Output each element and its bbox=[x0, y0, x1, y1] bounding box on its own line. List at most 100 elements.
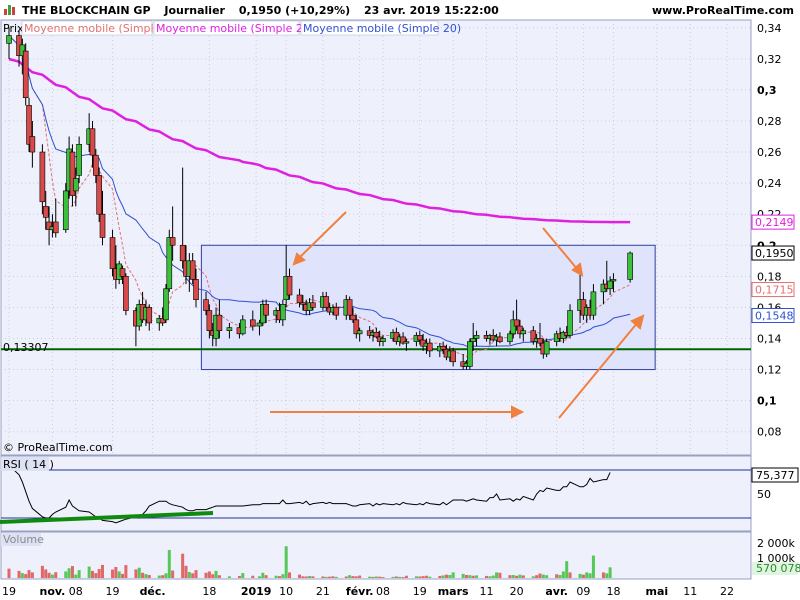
volume-bar-down bbox=[181, 553, 185, 578]
chart-canvas[interactable]: Prix Moyenne mobile (Simple 7)Moyenne mo… bbox=[0, 0, 800, 600]
volume-bar-down bbox=[515, 575, 519, 578]
candle-up bbox=[627, 252, 633, 280]
volume-bar-down bbox=[418, 576, 422, 578]
date-tick-label: nov. bbox=[39, 585, 65, 598]
volume-bar-down bbox=[90, 570, 94, 578]
candle-up bbox=[467, 341, 473, 367]
volume-bar-up bbox=[50, 574, 54, 578]
value-tag-text: 0,1950 bbox=[755, 247, 794, 260]
date-tick-label: 19 bbox=[106, 585, 120, 598]
volume-bar-down bbox=[161, 575, 165, 578]
candle-up bbox=[76, 143, 82, 176]
candle-down bbox=[249, 319, 256, 327]
date-tick-label: 20 bbox=[510, 585, 524, 598]
volume-panel: Volume 2 000k 1 000k 570 078 bbox=[0, 531, 800, 580]
candle-down bbox=[109, 237, 116, 269]
volume-bar-up bbox=[541, 574, 545, 578]
candle-down bbox=[189, 260, 196, 280]
volume-bar-up bbox=[214, 570, 218, 578]
volume-tick-2000k: 2 000k bbox=[757, 537, 795, 550]
volume-bar-down bbox=[278, 576, 282, 578]
candle-down bbox=[169, 237, 176, 246]
volume-bar-up bbox=[164, 573, 168, 578]
rsi-label: RSI ( 14 ) bbox=[3, 458, 54, 471]
candle-down bbox=[42, 206, 49, 218]
candle-down bbox=[263, 304, 269, 316]
candle-down bbox=[193, 279, 199, 300]
volume-bar-down bbox=[124, 565, 128, 578]
date-tick-label: déc. bbox=[140, 585, 166, 598]
date-tick-label: 18 bbox=[202, 585, 216, 598]
candle-down bbox=[89, 128, 96, 156]
volume-bar-up bbox=[87, 566, 91, 578]
volume-bar-down bbox=[421, 576, 425, 578]
volume-bar-up bbox=[281, 574, 285, 578]
date-tick-label: 11 bbox=[683, 585, 697, 598]
volume-bar-up bbox=[448, 575, 452, 578]
candle-down bbox=[93, 154, 99, 176]
volume-bar-down bbox=[381, 577, 385, 578]
volume-bar-up bbox=[64, 571, 68, 578]
volume-bar-down bbox=[535, 575, 539, 578]
volume-bar-down bbox=[24, 574, 28, 578]
rsi-panel: RSI ( 14 ) 50 75,377 bbox=[0, 455, 799, 532]
date-tick-label: févr. bbox=[346, 585, 373, 598]
value-tag-text: 0,2149 bbox=[755, 216, 794, 229]
candle-up bbox=[6, 35, 12, 44]
date-tick-label: 21 bbox=[316, 585, 330, 598]
date-tick-label: 09 bbox=[576, 585, 590, 598]
volume-bar-down bbox=[101, 564, 105, 578]
date-tick-label: 2019 bbox=[241, 585, 272, 598]
volume-bar-up bbox=[157, 575, 161, 578]
date-tick-label: 11 bbox=[480, 585, 494, 598]
volume-bar-down bbox=[378, 576, 382, 578]
volume-bar-up bbox=[545, 575, 549, 578]
candle-up bbox=[72, 178, 79, 192]
volume-bar-down bbox=[521, 575, 525, 578]
candle-up bbox=[473, 335, 480, 339]
candle-down bbox=[426, 342, 433, 352]
volume-bar-down bbox=[358, 575, 362, 578]
candle-down bbox=[29, 136, 36, 153]
volume-bar-down bbox=[344, 576, 348, 578]
candle-down bbox=[373, 331, 380, 338]
volume-bar-down bbox=[568, 572, 572, 578]
price-tick-label: 0,1 bbox=[757, 395, 777, 408]
candle-down bbox=[416, 335, 423, 341]
volume-bar-down bbox=[331, 576, 335, 578]
candle-up bbox=[507, 333, 513, 342]
volume-bar-down bbox=[394, 576, 398, 578]
price-tick-label: 0,34 bbox=[757, 22, 782, 35]
volume-bar-up bbox=[531, 576, 535, 578]
candle-up bbox=[567, 310, 573, 336]
volume-bar-up bbox=[558, 575, 562, 578]
candle-down bbox=[119, 268, 126, 277]
price-tick-label: 0,28 bbox=[757, 115, 782, 128]
volume-bar-up bbox=[578, 573, 582, 578]
volume-bar-up bbox=[374, 576, 378, 578]
volume-bar-down bbox=[147, 575, 151, 578]
volume-bar-up bbox=[187, 572, 191, 578]
volume-bar-down bbox=[328, 576, 332, 578]
value-tag-text: 0,1715 bbox=[755, 284, 794, 297]
candle-up bbox=[590, 291, 597, 316]
volume-bar-up bbox=[561, 571, 565, 578]
volume-bar-up bbox=[144, 574, 148, 578]
volume-bar-down bbox=[298, 574, 302, 578]
volume-bar-down bbox=[354, 576, 358, 578]
volume-bar-down bbox=[601, 572, 605, 578]
volume-bar-down bbox=[351, 576, 355, 578]
volume-bar-up bbox=[511, 575, 515, 578]
volume-bar-down bbox=[204, 572, 208, 578]
volume-bar-down bbox=[304, 576, 308, 578]
volume-bar-up bbox=[391, 576, 395, 578]
volume-bar-up bbox=[227, 576, 231, 578]
candle-down bbox=[513, 319, 520, 327]
candle-up bbox=[163, 288, 169, 321]
volume-bar-down bbox=[301, 576, 305, 578]
volume-bar-down bbox=[401, 577, 405, 578]
volume-bar-up bbox=[67, 568, 71, 578]
candle-up bbox=[470, 338, 476, 342]
volume-bar-down bbox=[207, 571, 211, 578]
volume-bar-down bbox=[70, 566, 74, 578]
